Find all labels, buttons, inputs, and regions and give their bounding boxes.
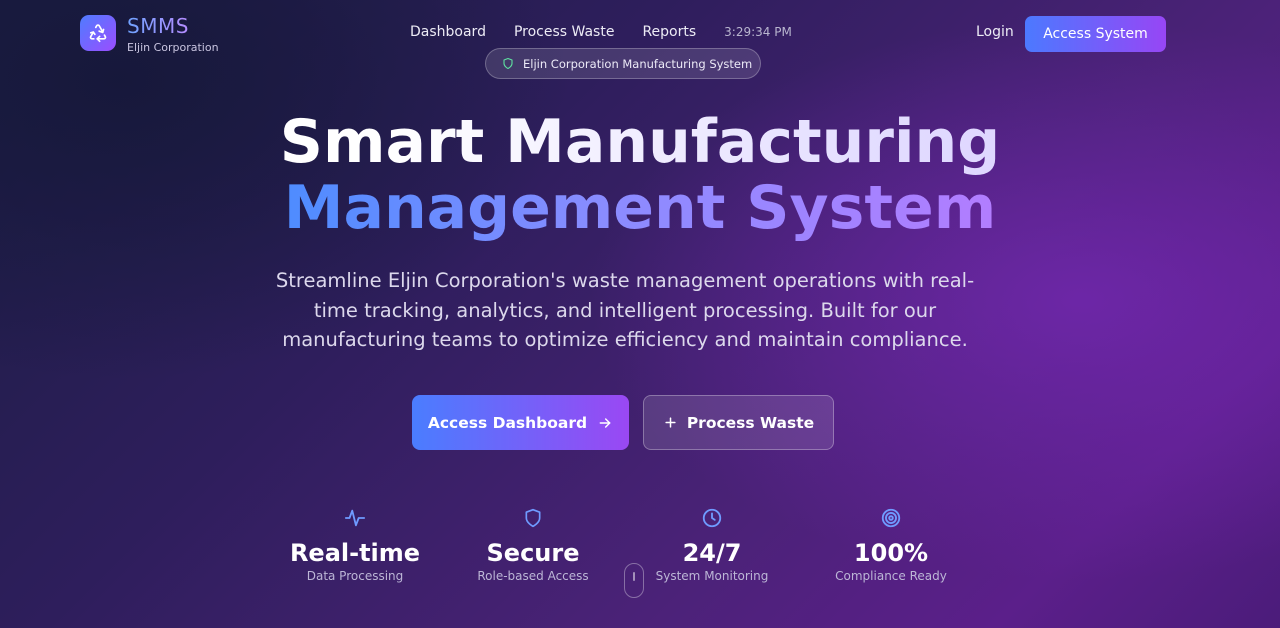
access-dashboard-button[interactable]: Access Dashboard [412, 395, 629, 450]
clock-icon [622, 506, 802, 530]
stat-value: 100% [853, 539, 929, 567]
recycle-icon[interactable] [80, 15, 116, 51]
login-link[interactable]: Login [976, 24, 1014, 40]
system-badge-text: Eljin Corporation Manufacturing System [523, 56, 753, 71]
stat-monitoring: 24/7 System Monitoring [622, 506, 802, 583]
system-badge: Eljin Corporation Manufacturing System [485, 48, 761, 79]
stat-compliance: 100% Compliance Ready [801, 506, 981, 583]
activity-icon [265, 506, 445, 530]
nav-item-dashboard[interactable]: Dashboard [410, 24, 486, 40]
stat-value: Secure [486, 539, 580, 567]
plus-icon [663, 415, 678, 430]
nav-item-reports[interactable]: Reports [642, 24, 696, 40]
target-icon [801, 506, 981, 530]
hero-title-line2-text: Management System [283, 173, 997, 243]
access-system-button[interactable]: Access System [1025, 16, 1166, 52]
arrow-right-icon [597, 415, 613, 431]
brand-name: SMMS [127, 14, 189, 38]
scroll-indicator-icon[interactable] [624, 563, 644, 598]
stat-label: Data Processing [306, 569, 404, 583]
stat-secure: Secure Role-based Access [443, 506, 623, 583]
landing-page: SMMS Eljin Corporation Dashboard Process… [0, 0, 1280, 628]
main-nav: Dashboard Process Waste Reports 3:29:34 … [410, 24, 792, 40]
stat-label: Compliance Ready [835, 569, 947, 583]
clock-time: 3:29:34 PM [724, 25, 792, 39]
access-dashboard-label: Access Dashboard [427, 413, 588, 432]
stat-value: 24/7 [682, 539, 742, 567]
brand-subtitle: Eljin Corporation [127, 41, 219, 54]
stat-label: System Monitoring [655, 569, 769, 583]
stat-realtime: Real-time Data Processing [265, 506, 445, 583]
stat-value: Real-time [289, 539, 421, 567]
shield-icon [502, 57, 514, 70]
shield-icon [443, 506, 623, 530]
process-waste-button[interactable]: Process Waste [643, 395, 834, 450]
stat-label: Role-based Access [477, 569, 589, 583]
hero-description: Streamline Eljin Corporation's waste man… [275, 269, 975, 351]
hero-title-line1: Smart Manufacturing [0, 106, 1280, 178]
nav-item-process-waste[interactable]: Process Waste [514, 24, 614, 40]
hero-title-line2: Management System [0, 172, 1280, 244]
scroll-indicator-dot [633, 572, 635, 581]
process-waste-label: Process Waste [686, 413, 815, 432]
